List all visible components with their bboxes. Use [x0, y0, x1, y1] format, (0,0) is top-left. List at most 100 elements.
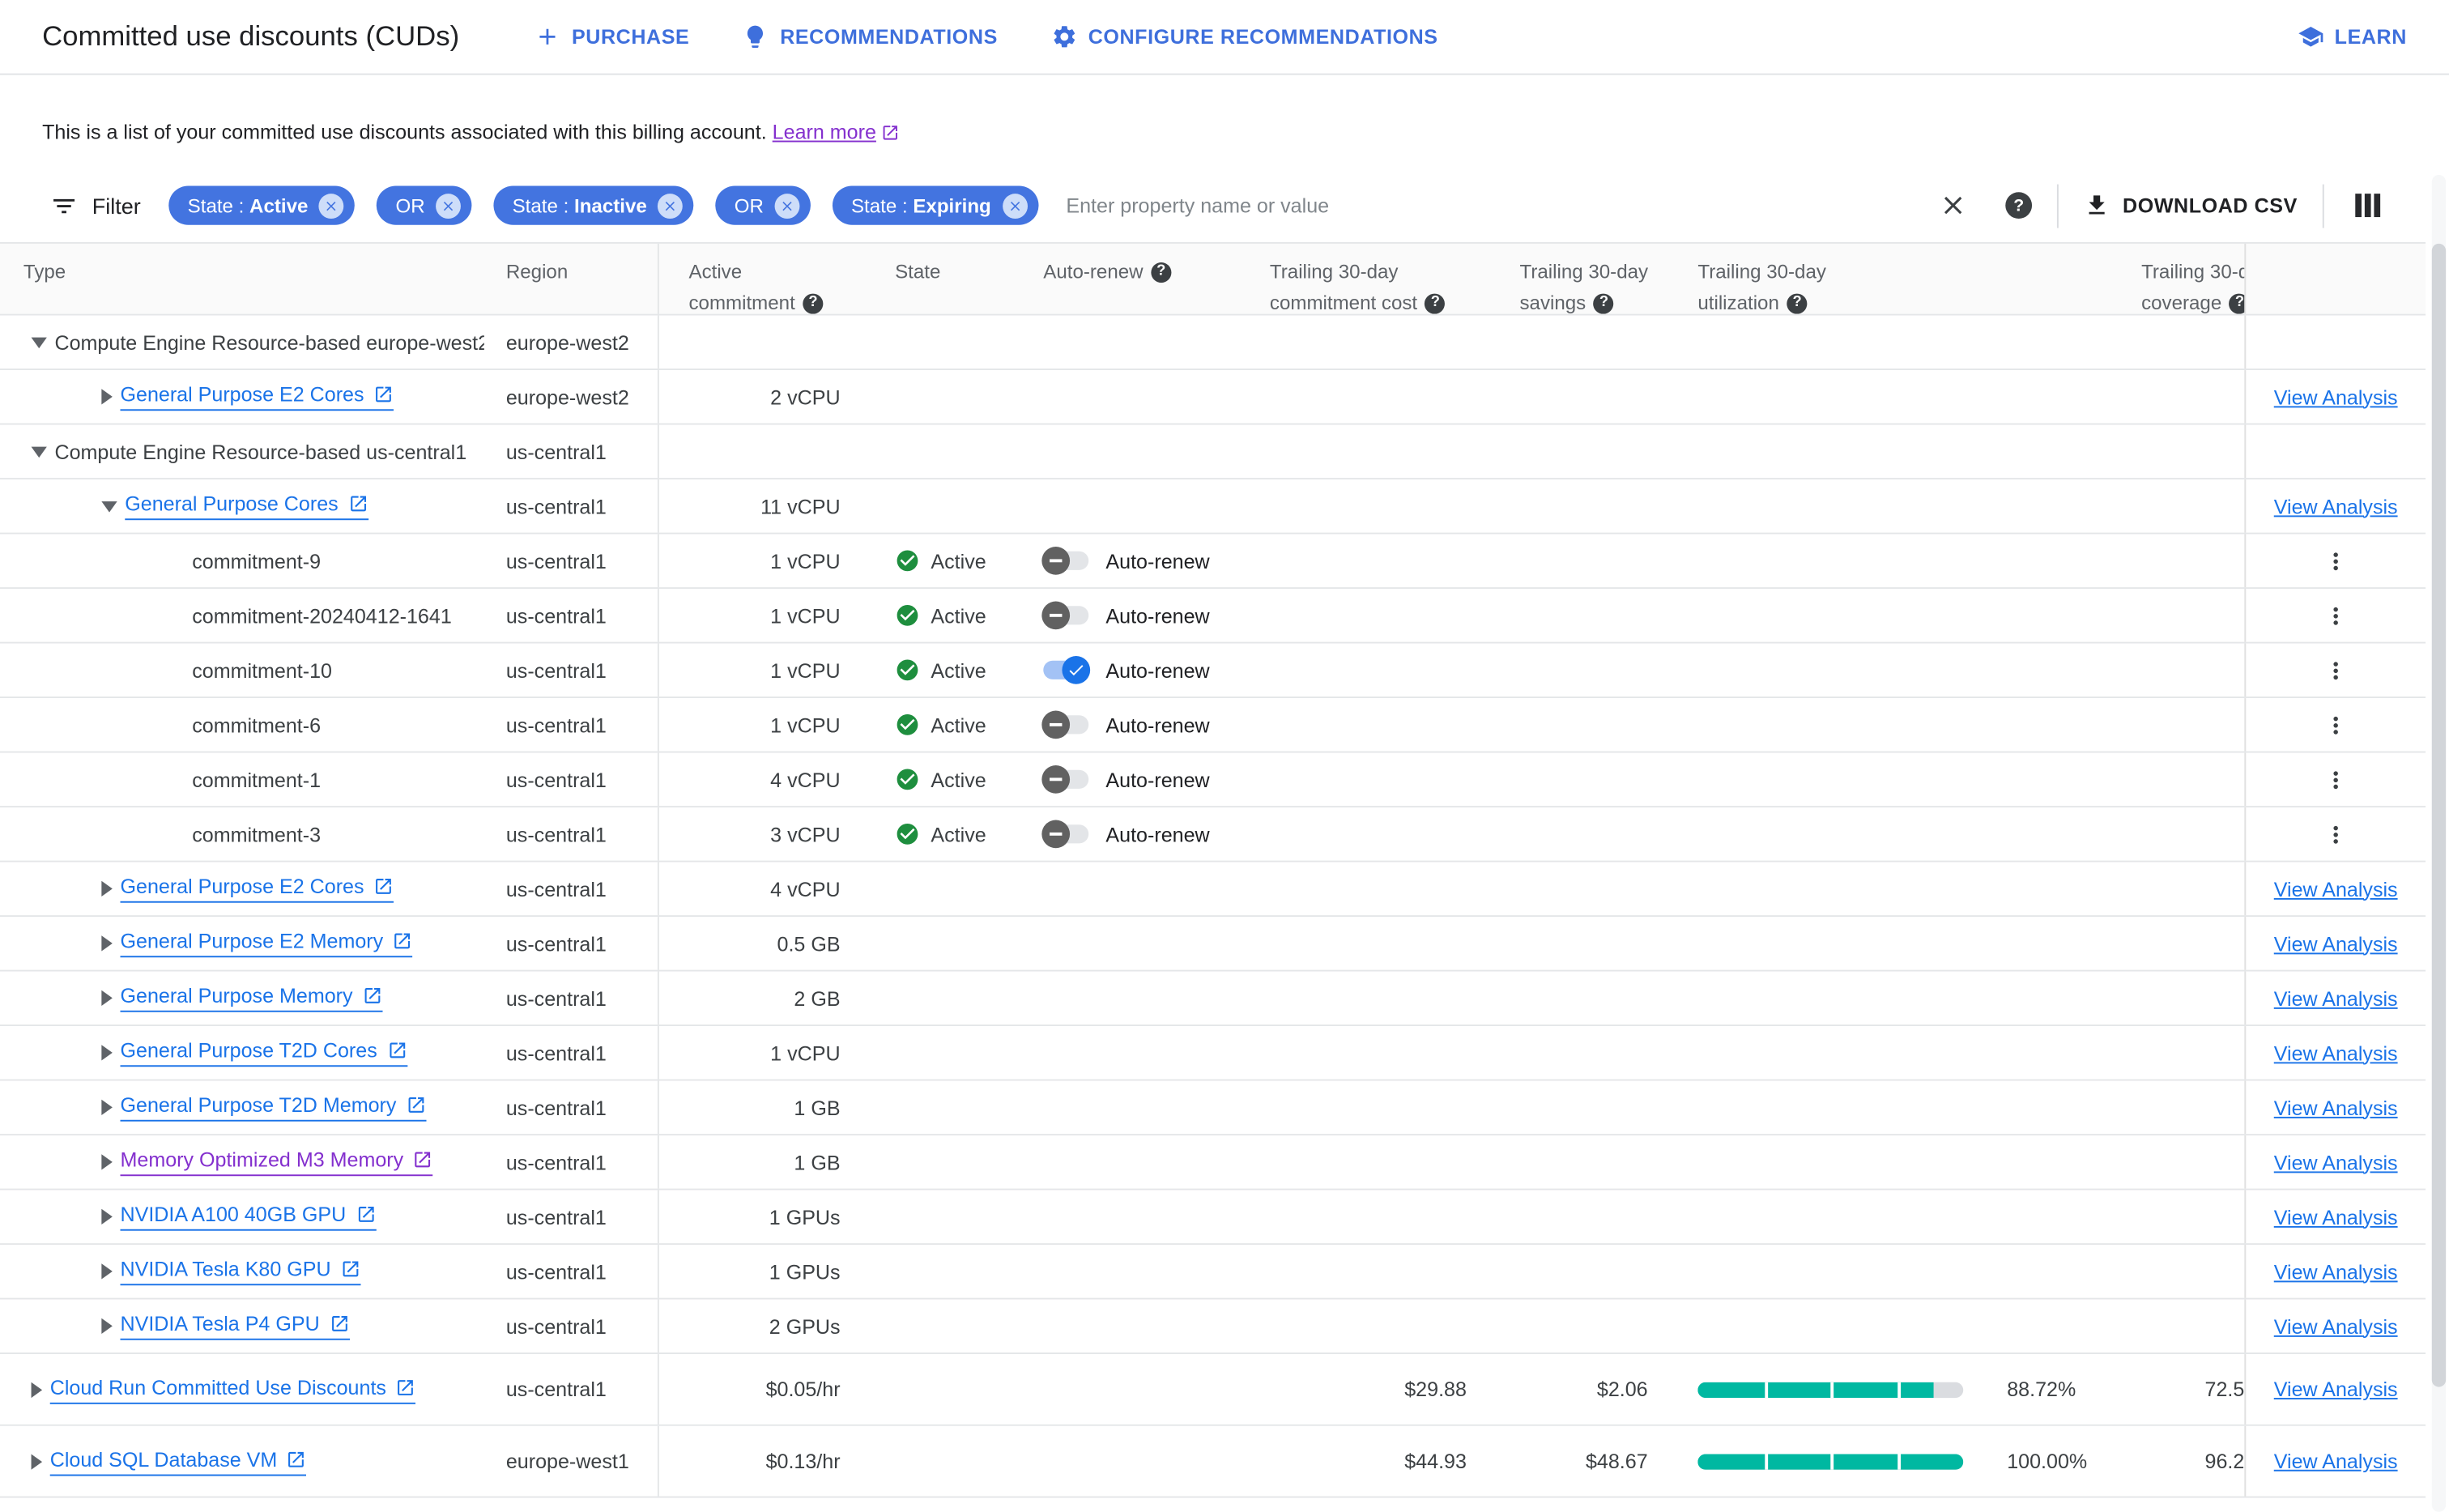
- expander-icon[interactable]: [101, 990, 113, 1006]
- row-menu-button[interactable]: [2317, 816, 2354, 853]
- view-analysis-link[interactable]: View Analysis: [2274, 1041, 2398, 1064]
- type-link[interactable]: Cloud Run Committed Use Discounts: [49, 1375, 416, 1403]
- page-toolbar: Committed use discounts (CUDs) PURCHASE …: [0, 0, 2449, 75]
- auto-renew-toggle[interactable]: [1041, 765, 1089, 794]
- expander-icon[interactable]: [31, 1381, 43, 1398]
- type-link[interactable]: General Purpose Cores: [125, 492, 368, 521]
- help-icon[interactable]: [1787, 292, 1808, 313]
- row-menu-button[interactable]: [2317, 760, 2354, 798]
- chip-close-icon[interactable]: [774, 193, 800, 219]
- help-icon[interactable]: [1425, 292, 1446, 313]
- vertical-scrollbar: [2431, 174, 2447, 1512]
- filter-chip-state-inactive[interactable]: State : Inactive: [493, 185, 694, 225]
- cost-cell: [1270, 1300, 1487, 1353]
- auto-renew-toggle[interactable]: [1041, 547, 1089, 575]
- expander-icon[interactable]: [101, 389, 113, 405]
- download-csv-button[interactable]: DOWNLOAD CSV: [2084, 192, 2298, 219]
- purchase-button[interactable]: PURCHASE: [535, 23, 690, 50]
- expander-icon[interactable]: [101, 1208, 113, 1225]
- view-analysis-link[interactable]: View Analysis: [2274, 385, 2398, 408]
- filter-input[interactable]: [1063, 192, 1914, 219]
- filter-chip-state-active[interactable]: State : Active: [168, 185, 356, 225]
- state-label: Active: [931, 713, 986, 737]
- expander-icon[interactable]: [31, 445, 47, 458]
- row-menu-button[interactable]: [2317, 651, 2354, 688]
- view-analysis-link[interactable]: View Analysis: [2274, 986, 2398, 1010]
- state-cell: [875, 917, 1031, 970]
- view-analysis-link[interactable]: View Analysis: [2274, 931, 2398, 955]
- expander-icon[interactable]: [101, 880, 113, 897]
- filter-chip-or[interactable]: OR: [377, 185, 472, 225]
- view-analysis-link[interactable]: View Analysis: [2274, 877, 2398, 901]
- clear-filters-icon[interactable]: [1938, 190, 1968, 220]
- expander-icon[interactable]: [101, 500, 117, 512]
- view-analysis-link[interactable]: View Analysis: [2274, 1378, 2398, 1401]
- state-cell: Active: [875, 698, 1031, 752]
- learn-more-link[interactable]: Learn more: [773, 119, 900, 147]
- type-link[interactable]: General Purpose T2D Memory: [120, 1093, 427, 1122]
- learn-button[interactable]: LEARN: [2297, 23, 2407, 50]
- type-link[interactable]: NVIDIA Tesla P4 GPU: [120, 1312, 350, 1340]
- auto-renew-cell: [1031, 1135, 1270, 1189]
- column-header-type: Type: [23, 261, 66, 283]
- expander-icon[interactable]: [101, 935, 113, 952]
- expander-icon[interactable]: [101, 1045, 113, 1061]
- auto-renew-toggle[interactable]: [1041, 601, 1089, 630]
- row-menu-button[interactable]: [2317, 597, 2354, 634]
- type-link[interactable]: General Purpose Memory: [120, 984, 383, 1012]
- view-analysis-link[interactable]: View Analysis: [2274, 1314, 2398, 1338]
- column-header-commitment-cost: Trailing 30-day commitment cost: [1270, 244, 1487, 314]
- auto-renew-toggle[interactable]: [1041, 710, 1089, 739]
- expander-icon[interactable]: [101, 1263, 113, 1280]
- column-display-options-icon[interactable]: [2355, 194, 2381, 218]
- utilization-cell: [1668, 316, 2101, 369]
- help-icon[interactable]: [803, 292, 824, 313]
- auto-renew-toggle[interactable]: [1041, 820, 1089, 849]
- type-link[interactable]: General Purpose E2 Cores: [120, 875, 394, 903]
- utilization-cell: [1668, 972, 2101, 1025]
- row-menu-button[interactable]: [2317, 706, 2354, 743]
- expander-icon[interactable]: [31, 1453, 43, 1469]
- region-cell: us-central1: [505, 822, 607, 846]
- help-icon[interactable]: [1593, 292, 1614, 313]
- help-icon[interactable]: [1151, 262, 1172, 283]
- help-icon[interactable]: [2229, 292, 2245, 313]
- scrollbar-thumb[interactable]: [2431, 243, 2447, 1387]
- chip-close-icon[interactable]: [658, 193, 684, 219]
- column-header-utilization: Trailing 30-day utilization: [1668, 244, 2101, 314]
- recommendations-button[interactable]: RECOMMENDATIONS: [743, 23, 998, 50]
- type-link[interactable]: NVIDIA A100 40GB GPU: [120, 1203, 376, 1231]
- chip-close-icon[interactable]: [436, 193, 461, 219]
- filter-help-icon[interactable]: ?: [2005, 192, 2033, 219]
- view-analysis-link[interactable]: View Analysis: [2274, 1205, 2398, 1229]
- type-link[interactable]: General Purpose E2 Cores: [120, 382, 394, 411]
- type-link[interactable]: Cloud SQL Database VM: [49, 1447, 307, 1476]
- type-text: commitment-3: [192, 822, 322, 846]
- type-link[interactable]: NVIDIA Tesla K80 GPU: [120, 1257, 361, 1286]
- view-analysis-link[interactable]: View Analysis: [2274, 1096, 2398, 1119]
- row-menu-button[interactable]: [2317, 542, 2354, 579]
- state-label: Active: [931, 822, 986, 846]
- configure-recommendations-button[interactable]: CONFIGURE RECOMMENDATIONS: [1050, 23, 1437, 50]
- region-cell: europe-west1: [505, 1449, 629, 1473]
- chip-close-icon[interactable]: [318, 193, 344, 219]
- minus-icon: [1050, 559, 1063, 563]
- chip-close-icon[interactable]: [1002, 193, 1028, 219]
- view-analysis-link[interactable]: View Analysis: [2274, 1150, 2398, 1173]
- expander-icon[interactable]: [101, 1318, 113, 1334]
- state-cell: [875, 1135, 1031, 1189]
- utilization-cell: [1668, 644, 2101, 697]
- commitment-cell: 1 GPUs: [657, 1190, 875, 1244]
- view-analysis-link[interactable]: View Analysis: [2274, 1259, 2398, 1283]
- expander-icon[interactable]: [101, 1099, 113, 1115]
- expander-icon[interactable]: [101, 1154, 113, 1170]
- view-analysis-link[interactable]: View Analysis: [2274, 494, 2398, 517]
- type-link[interactable]: General Purpose E2 Memory: [120, 930, 413, 958]
- view-analysis-link[interactable]: View Analysis: [2274, 1450, 2398, 1473]
- type-link[interactable]: Memory Optimized M3 Memory: [120, 1148, 433, 1177]
- filter-chip-or[interactable]: OR: [715, 185, 811, 225]
- auto-renew-toggle[interactable]: [1043, 655, 1091, 684]
- type-link[interactable]: General Purpose T2D Cores: [120, 1039, 407, 1067]
- expander-icon[interactable]: [31, 336, 47, 348]
- filter-chip-state-expiring[interactable]: State : Expiring: [832, 185, 1038, 225]
